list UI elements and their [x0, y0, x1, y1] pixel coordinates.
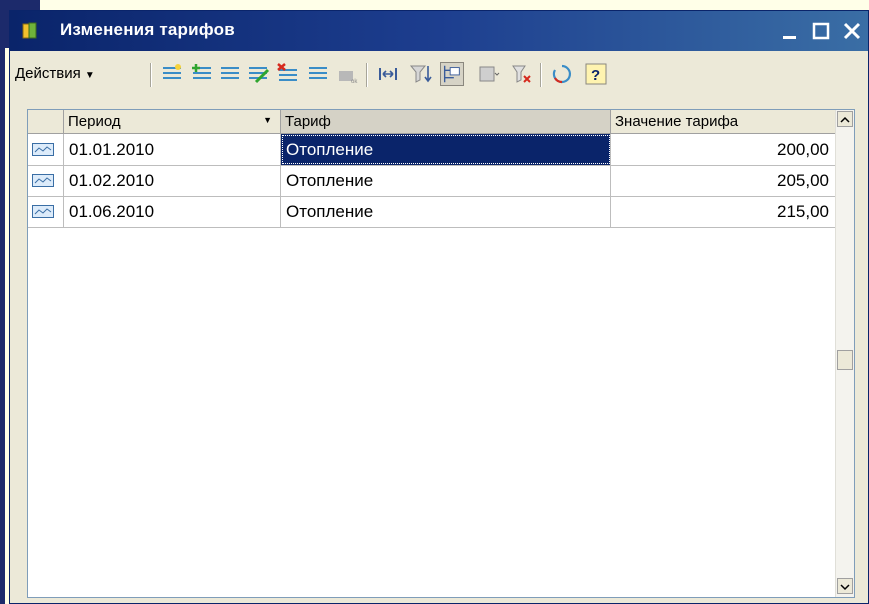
chevron-up-icon — [840, 116, 850, 123]
toolbar-separator — [366, 63, 368, 87]
scroll-thumb[interactable] — [837, 350, 853, 370]
table-row[interactable]: 01.02.2010 Отопление 205,00 — [28, 165, 836, 197]
minimize-button[interactable] — [776, 17, 804, 45]
cell-tariff[interactable]: Отопление — [281, 134, 611, 165]
cell-tariff[interactable]: Отопление — [281, 165, 611, 196]
toolbar-separator — [540, 63, 542, 87]
close-icon — [843, 22, 861, 40]
scroll-up-button[interactable] — [837, 111, 853, 127]
copy-row-icon[interactable] — [218, 62, 242, 86]
title-bar[interactable]: Изменения тарифов — [10, 11, 868, 51]
window-title: Изменения тарифов — [60, 20, 235, 39]
post-icon[interactable]: ok — [336, 62, 360, 86]
delete-row-icon[interactable] — [276, 62, 300, 86]
cell-tariff[interactable]: Отопление — [281, 196, 611, 227]
record-icon — [32, 205, 54, 218]
chevron-down-icon: ▼ — [84, 70, 95, 81]
clear-filter-icon[interactable] — [510, 62, 534, 86]
table-header: Период ▼ Тариф Значение тарифа — [28, 110, 836, 134]
tariff-changes-window: Изменения тарифов Действия ▼ ok ? Период… — [9, 10, 869, 604]
sort-desc-icon: ▼ — [263, 115, 272, 125]
actions-menu[interactable]: Действия ▼ — [15, 65, 95, 82]
icon-column-header — [28, 110, 64, 133]
desktop-left-edge — [0, 0, 5, 604]
sort-icon[interactable] — [408, 62, 432, 86]
cell-value[interactable]: 205,00 — [611, 165, 836, 196]
refresh-icon[interactable] — [550, 62, 574, 86]
book-icon — [22, 22, 37, 39]
cell-period[interactable]: 01.06.2010 — [64, 196, 281, 227]
maximize-button[interactable] — [807, 17, 835, 45]
cell-value[interactable]: 215,00 — [611, 196, 836, 227]
chevron-down-icon — [840, 584, 850, 591]
list-icon[interactable] — [306, 62, 330, 86]
cell-value[interactable]: 200,00 — [611, 134, 836, 165]
scroll-down-button[interactable] — [837, 578, 853, 594]
cell-period[interactable]: 01.01.2010 — [64, 134, 281, 165]
tree-view-icon[interactable] — [440, 62, 464, 86]
column-header-tariff[interactable]: Тариф — [281, 110, 611, 133]
filter-icon[interactable] — [476, 62, 500, 86]
actions-label: Действия — [15, 65, 81, 82]
vertical-scrollbar[interactable] — [835, 110, 854, 597]
column-header-period[interactable]: Период ▼ — [64, 110, 281, 133]
record-icon — [32, 174, 54, 187]
record-icon — [32, 143, 54, 156]
add-copy-icon[interactable] — [190, 62, 214, 86]
cell-period[interactable]: 01.02.2010 — [64, 165, 281, 196]
tariff-table[interactable]: Период ▼ Тариф Значение тарифа 01.01.201… — [27, 109, 855, 598]
maximize-icon — [812, 22, 830, 40]
table-row[interactable]: 01.01.2010 Отопление 200,00 — [28, 134, 836, 166]
table-row[interactable]: 01.06.2010 Отопление 215,00 — [28, 196, 836, 228]
svg-text:?: ? — [591, 67, 600, 84]
edit-row-icon[interactable] — [246, 62, 270, 86]
help-icon[interactable]: ? — [584, 62, 608, 86]
column-header-value[interactable]: Значение тарифа — [611, 110, 836, 133]
add-row-icon[interactable] — [160, 62, 184, 86]
close-button[interactable] — [838, 17, 866, 45]
select-columns-icon[interactable] — [376, 62, 400, 86]
toolbar: Действия ▼ ok ? — [10, 57, 868, 91]
svg-text:ok: ok — [351, 79, 358, 85]
toolbar-separator — [150, 63, 152, 87]
minimize-icon — [783, 36, 796, 39]
